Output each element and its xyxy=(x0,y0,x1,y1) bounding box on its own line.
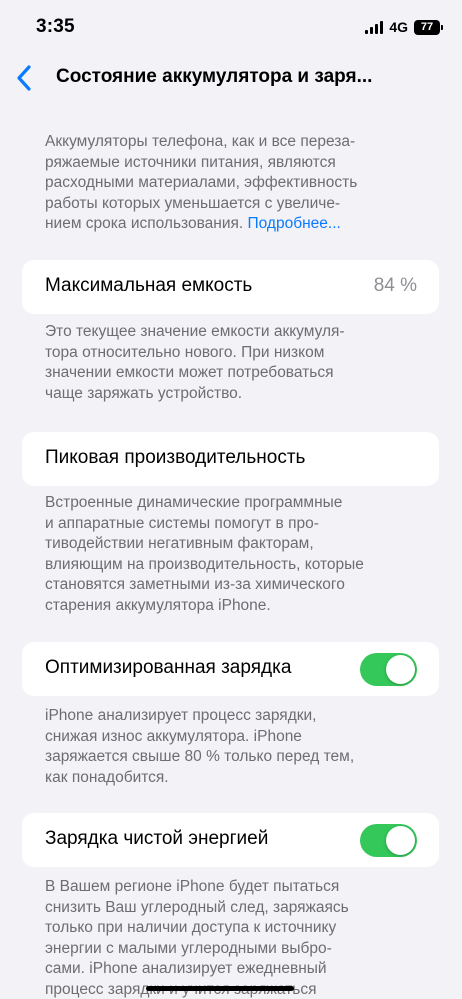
page-title: Состояние аккумулятора и заря... xyxy=(56,66,373,87)
status-bar: 3:35 4G 77 xyxy=(0,0,462,56)
nav-bar: Состояние аккумулятора и заря... xyxy=(0,56,462,100)
description-line: заряжается свыше 80 % только перед тем, xyxy=(45,748,355,765)
description-line: тиводействии негативным факторам, xyxy=(45,535,314,552)
intro-line: Аккумуляторы телефона, как и все переза- xyxy=(45,133,356,150)
signal-icon xyxy=(365,20,384,34)
description-line: влияющим на производительность, которые xyxy=(45,555,364,573)
description-line: чаще заряжать устройство. xyxy=(45,384,243,402)
battery-level: 77 xyxy=(420,21,434,33)
clean-energy-label: Зарядка чистой энергией xyxy=(45,828,269,849)
max-capacity-label: Максимальная емкость xyxy=(45,275,253,296)
description-line: становятся заметными из-за химического xyxy=(45,576,345,593)
intro-line: работы которых уменьшается с увеличе- xyxy=(45,194,341,212)
intro-line: ряжаемые источники питания, являются xyxy=(45,153,336,171)
status-indicators: 4G 77 xyxy=(365,18,443,36)
description-line: тора относительно нового. При низком xyxy=(45,343,325,361)
intro-line: расходными материалами, эффективность xyxy=(45,174,358,191)
intro-line-text: нием срока использования. xyxy=(45,215,244,232)
network-type: 4G xyxy=(389,19,408,35)
intro-line-last: нием срока использования. Подробнее... xyxy=(45,214,417,235)
description-line: iPhone анализирует процесс зарядки, xyxy=(45,707,317,724)
peak-performance-description: Встроенные динамические программные и ап… xyxy=(45,493,417,616)
peak-performance-row: Пиковая производительность xyxy=(22,432,439,486)
description-line: Встроенные динамические программные xyxy=(45,494,343,511)
home-indicator[interactable] xyxy=(146,986,294,991)
max-capacity-value: 84 % xyxy=(373,275,417,296)
description-line: только при наличии доступа к источнику xyxy=(45,919,337,936)
description-line: сами. iPhone анализирует ежедневный xyxy=(45,960,327,977)
optimized-charging-description: iPhone анализирует процесс зарядки, сниж… xyxy=(45,706,417,788)
description-line: и аппаратные системы помогут в про- xyxy=(45,514,319,532)
description-line: В Вашем регионе iPhone будет пытаться xyxy=(45,878,340,895)
status-time: 3:35 xyxy=(36,16,75,37)
clean-energy-description: В Вашем регионе iPhone будет пытаться сн… xyxy=(45,877,417,999)
optimized-charging-toggle[interactable] xyxy=(360,653,417,686)
max-capacity-row: Максимальная емкость 84 % xyxy=(22,260,439,314)
max-capacity-description: Это текущее значение емкости аккумуля- т… xyxy=(45,322,417,404)
clean-energy-row: Зарядка чистой энергией xyxy=(22,813,439,867)
toggle-knob xyxy=(386,655,415,684)
intro-description: Аккумуляторы телефона, как и все переза-… xyxy=(45,132,417,235)
description-line: как понадобится. xyxy=(45,768,169,786)
chevron-left-icon[interactable] xyxy=(14,64,36,92)
description-line: энергии с малыми углеродными выбро- xyxy=(45,939,332,957)
description-line: значении емкости может потребоваться xyxy=(45,364,334,381)
clean-energy-toggle[interactable] xyxy=(360,824,417,857)
description-line: Это текущее значение емкости аккумуля- xyxy=(45,323,345,340)
optimized-charging-row: Оптимизированная зарядка xyxy=(22,642,439,696)
peak-performance-label: Пиковая производительность xyxy=(45,447,306,468)
learn-more-link[interactable]: Подробнее... xyxy=(248,215,341,232)
description-line: снизить Ваш углеродный след, заряжаясь xyxy=(45,898,349,916)
optimized-charging-label: Оптимизированная зарядка xyxy=(45,657,292,678)
description-line: снижая износ аккумулятора. iPhone xyxy=(45,727,302,745)
toggle-knob xyxy=(386,826,415,855)
description-line: старения аккумулятора iPhone. xyxy=(45,596,271,614)
battery-icon: 77 xyxy=(414,19,443,35)
